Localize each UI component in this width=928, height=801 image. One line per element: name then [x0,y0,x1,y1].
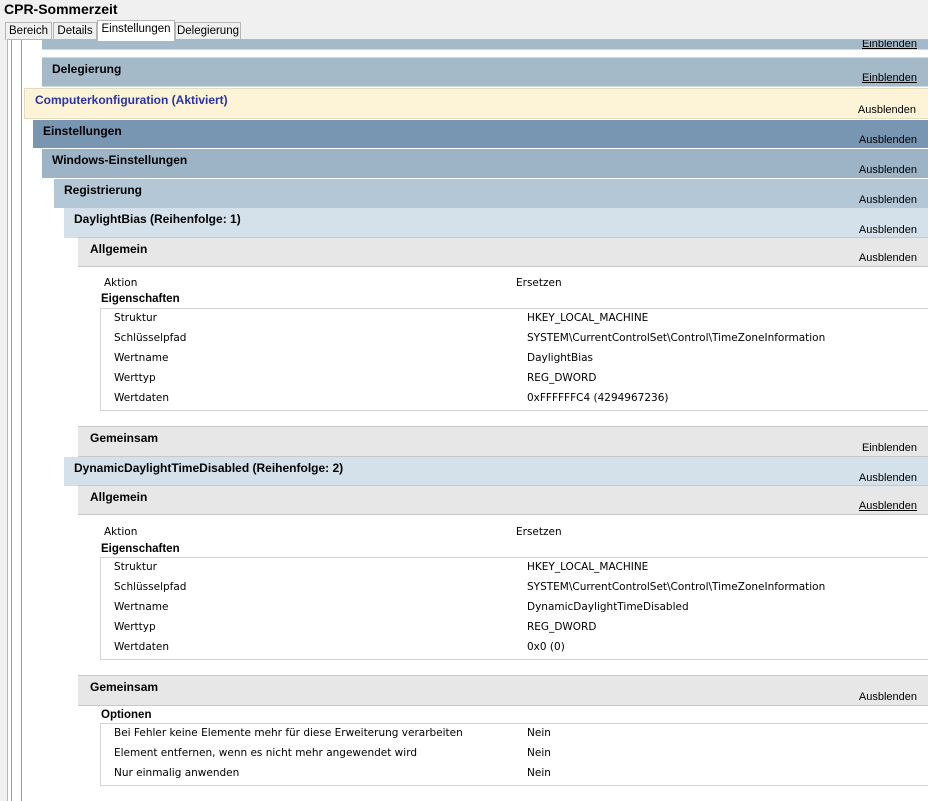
option-value: Nein [527,747,551,759]
section-bar-cut: Einblenden [42,40,928,50]
tree-line [21,40,22,801]
property-value: REG_DWORD [527,621,597,633]
property-name: Wertdaten [114,392,169,404]
property-value: REG_DWORD [527,372,597,384]
option-value: Nein [527,727,551,739]
property-name: Wertname [114,352,169,364]
table-row: Wertname DynamicDaylightTimeDisabled [101,598,928,618]
property-name: Struktur [114,561,157,573]
property-value: SYSTEM\CurrentControlSet\Control\TimeZon… [527,332,826,344]
property-name: Struktur [114,312,157,324]
section-registrierung: Registrierung Ausblenden [54,179,928,208]
property-value: 0x0 (0) [527,641,565,653]
section-title: Delegierung [52,62,122,76]
table-row: Nur einmalig anwenden Nein [101,764,928,784]
property-name: Wertname [114,601,169,613]
section-title: Allgemein [90,490,148,504]
section-computerkonfiguration: Computerkonfiguration (Aktiviert) Ausble… [24,88,928,119]
ausblenden-link[interactable]: Ausblenden [859,164,917,176]
section-title: Registrierung [64,183,143,197]
section-allgemein: Allgemein Ausblenden [78,485,928,515]
tab-details[interactable]: Details [53,22,97,40]
section-allgemein: Allgemein Ausblenden [78,237,928,267]
property-value: 0xFFFFFFC4 (4294967236) [527,392,669,404]
table-row: Struktur HKEY_LOCAL_MACHINE [101,309,928,329]
ausblenden-link[interactable]: Ausblenden [859,691,917,703]
section-title: Allgemein [90,242,148,256]
registry-item-daylightbias: DaylightBias (Reihenfolge: 1) Ausblenden [64,208,928,238]
table-row: Schlüsselpfad SYSTEM\CurrentControlSet\Co… [101,329,928,349]
property-value: HKEY_LOCAL_MACHINE [527,312,649,324]
optionen-heading: Optionen [101,709,152,721]
item-title: DynamicDaylightTimeDisabled (Reihenfolge… [74,461,344,475]
property-value: DaylightBias [527,352,594,364]
table-row: Wertname DaylightBias [101,349,928,369]
section-einstellungen: Einstellungen Ausblenden [33,120,928,148]
section-title: Computerkonfiguration (Aktiviert) [35,93,228,107]
section-title: Windows-Einstellungen [52,153,188,167]
option-name: Nur einmalig anwenden [114,767,240,779]
property-name: Schlüsselpfad [114,332,187,344]
property-name: Wertdaten [114,641,169,653]
settings-report[interactable]: Einblenden Delegierung Einblenden Comput… [7,39,928,801]
tab-delegierung[interactable]: Delegierung [175,22,241,40]
ausblenden-link[interactable]: Ausblenden [859,472,917,484]
property-name: Werttyp [114,372,156,384]
einblenden-link[interactable]: Einblenden [862,72,917,84]
tab-bereich[interactable]: Bereich [5,22,52,40]
aktion-label: Aktion [104,277,138,289]
table-row: Element entfernen, wenn es nicht mehr an… [101,744,928,764]
window-title: CPR-Sommerzeit [4,1,118,17]
item-title: DaylightBias (Reihenfolge: 1) [74,212,241,226]
property-name: Schlüsselpfad [114,581,187,593]
eigenschaften-heading: Eigenschaften [101,543,180,555]
property-value: DynamicDaylightTimeDisabled [527,601,689,613]
ausblenden-link[interactable]: Ausblenden [858,104,916,116]
ausblenden-link[interactable]: Ausblenden [859,252,917,264]
table-row: Werttyp REG_DWORD [101,618,928,638]
tree-line [11,40,12,801]
option-value: Nein [527,767,551,779]
section-gemeinsam: Gemeinsam Einblenden [78,426,928,457]
properties-table: Struktur HKEY_LOCAL_MACHINE Schlüsselpfad… [100,308,928,411]
section-gemeinsam: Gemeinsam Ausblenden [78,675,928,706]
section-delegierung: Delegierung Einblenden [42,57,928,87]
tab-einstellungen[interactable]: Einstellungen [97,20,175,41]
table-row: Wertdaten 0x0 (0) [101,638,928,658]
ausblenden-link[interactable]: Ausblenden [859,134,917,146]
einblenden-link[interactable]: Einblenden [862,40,917,50]
table-row: Bei Fehler keine Elemente mehr für diese… [101,724,928,744]
table-row: Schlüsselpfad SYSTEM\CurrentControlSet\Co… [101,578,928,598]
option-name: Bei Fehler keine Elemente mehr für diese… [114,727,463,739]
property-value: HKEY_LOCAL_MACHINE [527,561,649,573]
einblenden-link[interactable]: Einblenden [862,442,917,454]
property-name: Werttyp [114,621,156,633]
section-title: Gemeinsam [90,431,159,445]
aktion-label: Aktion [104,526,138,538]
section-title: Gemeinsam [90,680,159,694]
aktion-value: Ersetzen [516,277,562,289]
table-row: Wertdaten 0xFFFFFFC4 (4294967236) [101,389,928,409]
ausblenden-link[interactable]: Ausblenden [859,194,917,206]
aktion-value: Ersetzen [516,526,562,538]
option-name: Element entfernen, wenn es nicht mehr an… [114,747,417,759]
eigenschaften-heading: Eigenschaften [101,293,180,305]
property-value: SYSTEM\CurrentControlSet\Control\TimeZon… [527,581,826,593]
properties-table: Struktur HKEY_LOCAL_MACHINE Schlüsselpfad… [100,557,928,660]
options-table: Bei Fehler keine Elemente mehr für diese… [100,723,928,786]
ausblenden-link[interactable]: Ausblenden [859,224,917,236]
table-row: Werttyp REG_DWORD [101,369,928,389]
section-windows-einstellungen: Windows-Einstellungen Ausblenden [42,149,928,178]
ausblenden-link[interactable]: Ausblenden [859,500,917,512]
table-row: Struktur HKEY_LOCAL_MACHINE [101,558,928,578]
registry-item-dynamicdaylighttimedisabled: DynamicDaylightTimeDisabled (Reihenfolge… [64,457,928,486]
section-title: Einstellungen [43,124,122,138]
